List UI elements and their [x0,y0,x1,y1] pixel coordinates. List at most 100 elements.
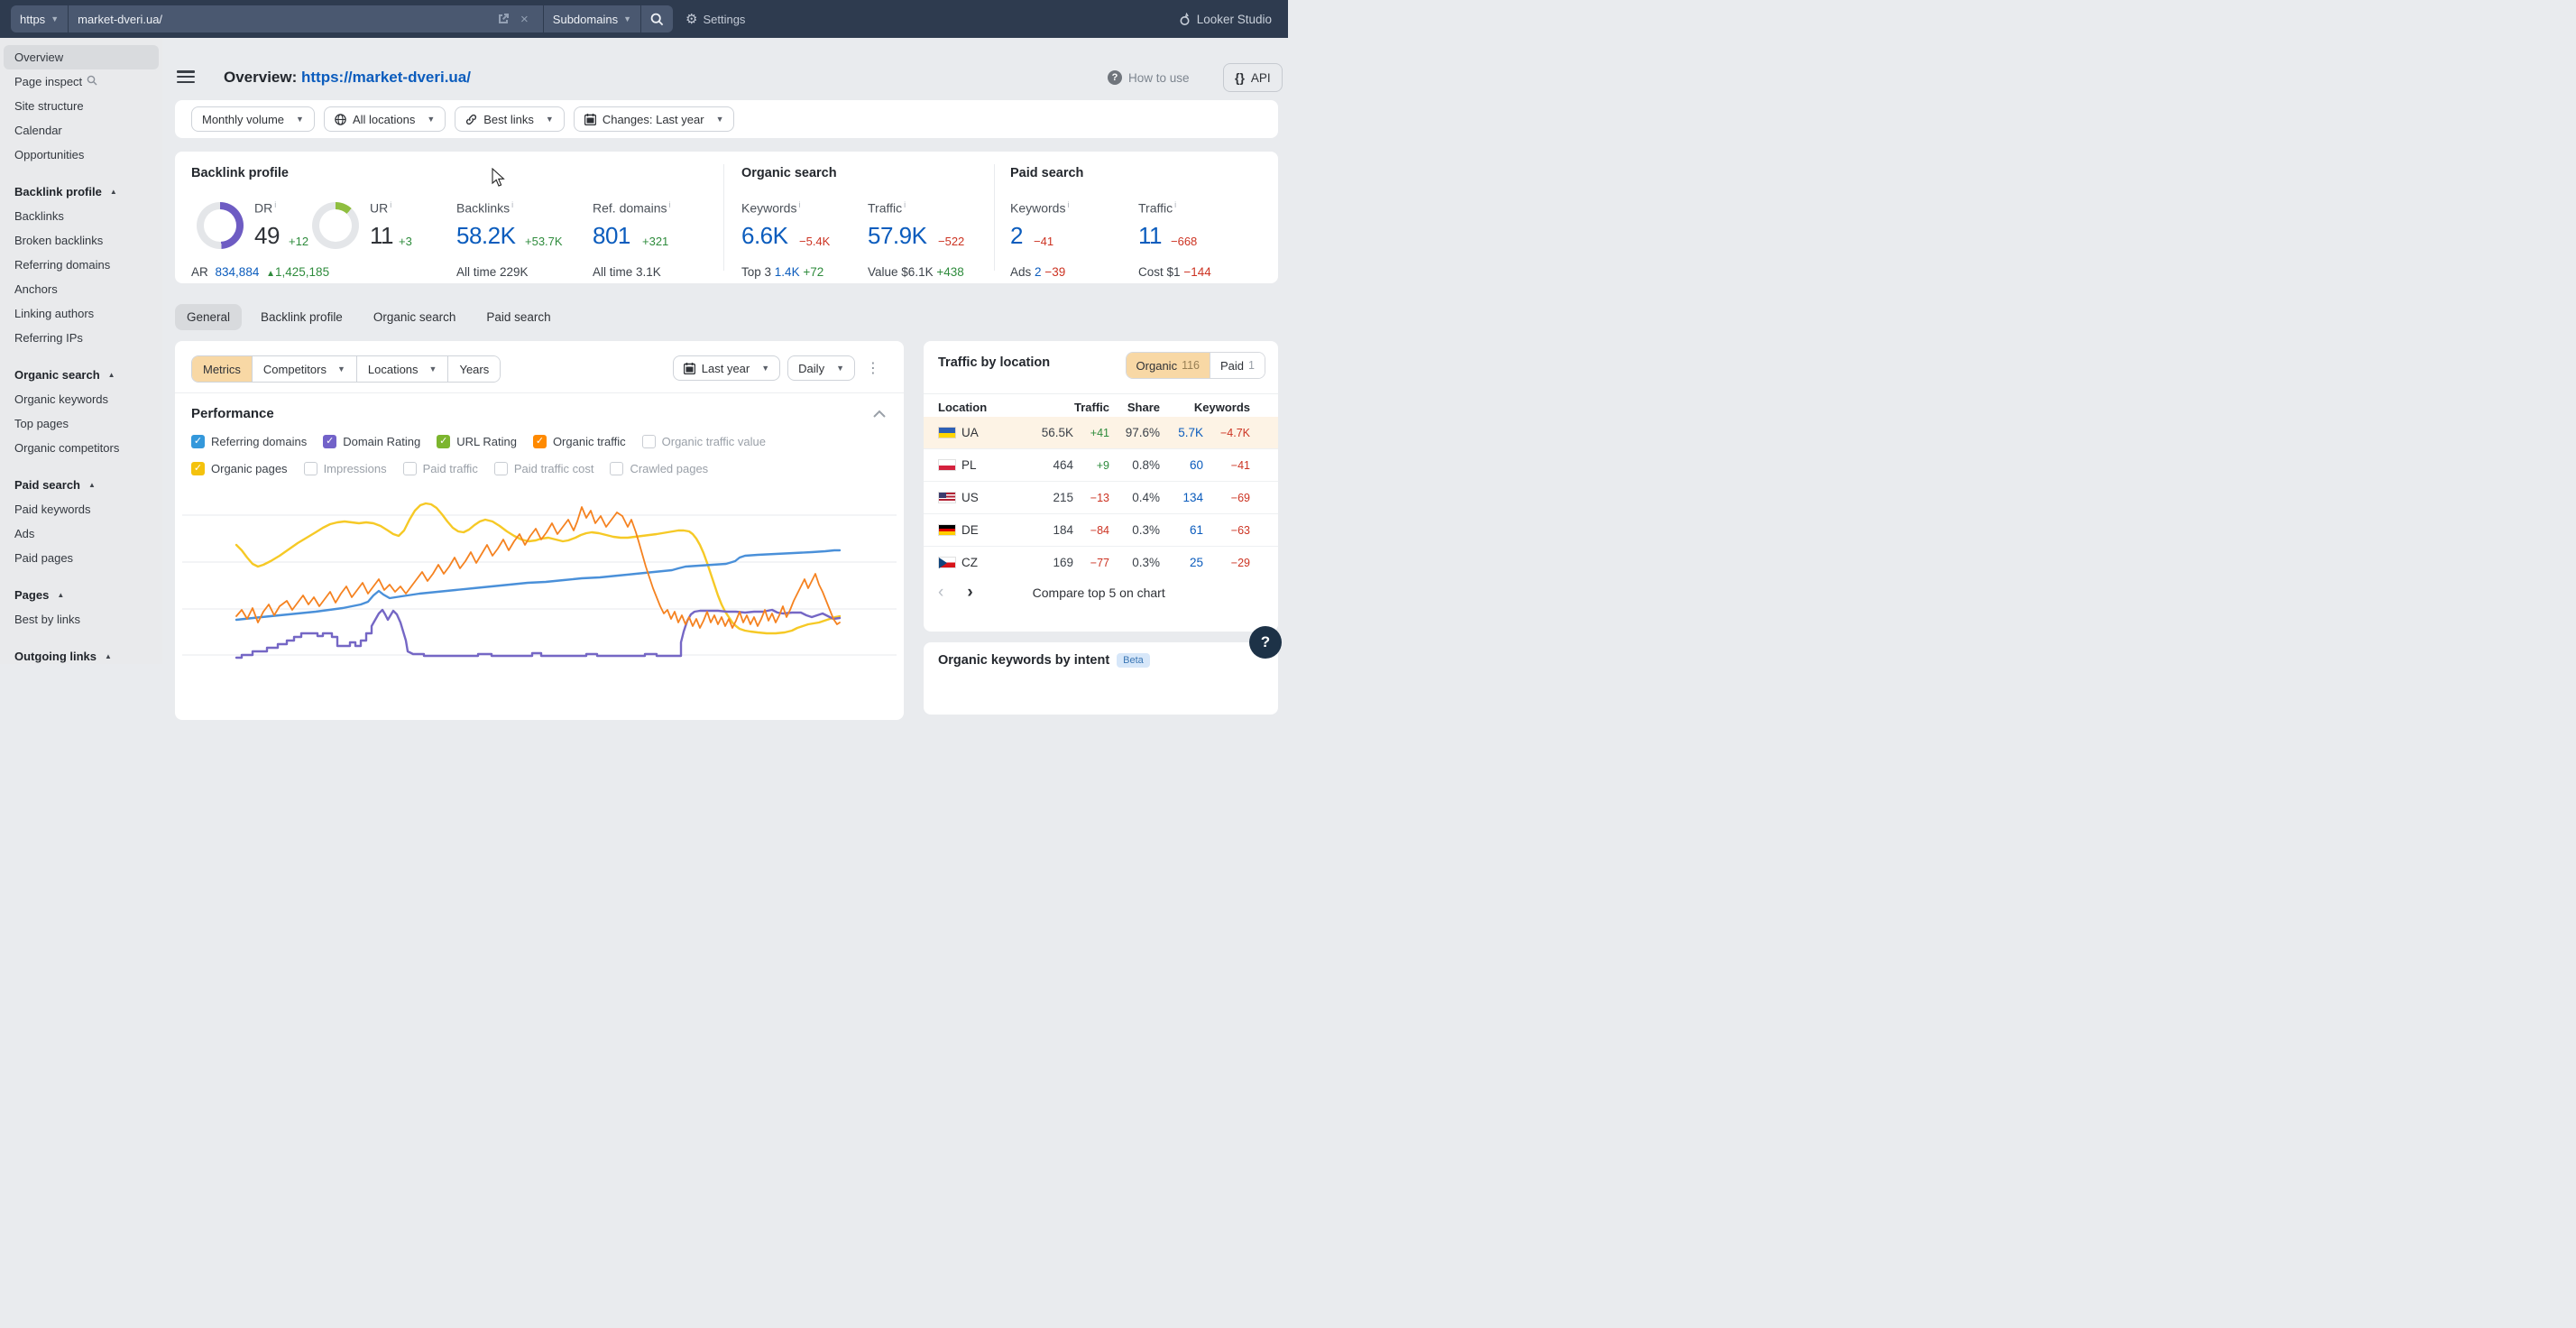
sidebar-item-site-structure[interactable]: Site structure [4,94,159,118]
help-button[interactable]: ? [1249,626,1282,659]
traffic-by-location-card: Traffic by location Organic 116 Paid 1 L… [924,341,1278,632]
keywords-value[interactable]: 5.7K [1160,426,1203,439]
sidebar-item-label: Pages [14,588,49,602]
url-input[interactable]: market-dveri.ua/ × [69,5,543,32]
keywords-value[interactable]: 60 [1160,458,1203,472]
ar-value[interactable]: 834,884 [216,265,260,279]
sidebar-item-label: Best by links [14,613,80,626]
tab-organic-search[interactable]: Organic search [362,304,468,330]
backlinks-value[interactable]: 58.2K [456,222,515,250]
tab-backlink-profile[interactable]: Backlink profile [249,304,354,330]
sidebar-item-backlinks[interactable]: Backlinks [4,204,159,228]
checkbox-domain-rating[interactable]: ✓Domain Rating [323,435,420,448]
organic-keywords-value[interactable]: 6.6K [741,222,788,250]
keywords-value[interactable]: 134 [1160,491,1203,504]
location-row-us[interactable]: US215−130.4%134−69 [924,481,1278,513]
toggle-organic[interactable]: Organic 116 [1127,353,1210,378]
checkbox-organic-traffic[interactable]: ✓Organic traffic [533,435,626,448]
segment-label: Locations [368,363,419,376]
page-title-url-link[interactable]: https://market-dveri.ua/ [301,69,471,86]
organic-search-title: Organic search [741,166,837,180]
sidebar-item-opportunities[interactable]: Opportunities [4,143,159,167]
location-row-pl[interactable]: PL464+90.8%60−41 [924,448,1278,481]
checkbox-unchecked-icon [610,462,623,475]
filter-button-monthly-volume[interactable]: Monthly volume▼ [191,106,315,132]
sidebar-item-backlink-profile[interactable]: Backlink profile▲ [4,180,159,204]
scope-select[interactable]: Subdomains▼ [544,5,640,32]
settings-button[interactable]: ⚙ Settings [685,11,745,27]
sidebar-item-organic-keywords[interactable]: Organic keywords [4,387,159,411]
sidebar-item-outgoing-links[interactable]: Outgoing links▲ [4,644,159,664]
more-options-icon[interactable]: ⋮ [862,359,884,377]
location-row-de[interactable]: DE184−840.3%61−63 [924,513,1278,546]
next-page-icon[interactable]: › [967,583,972,603]
keywords-value[interactable]: 25 [1160,556,1203,569]
checkbox-crawled-pages[interactable]: Crawled pages [610,462,708,475]
checkbox-organic-pages[interactable]: ✓Organic pages [191,462,288,475]
checkbox-paid-traffic[interactable]: Paid traffic [403,462,478,475]
location-row-cz[interactable]: CZ169−770.3%25−29 [924,546,1278,578]
api-button[interactable]: {} API [1223,63,1283,92]
keywords-delta: −29 [1203,557,1250,569]
checkbox-impressions[interactable]: Impressions [304,462,387,475]
location-table-header: Location Traffic Share Keywords [938,399,1264,415]
segment-metrics[interactable]: Metrics [192,356,253,382]
traffic-delta: −84 [1073,524,1109,537]
sidebar-item-paid-search[interactable]: Paid search▲ [4,473,159,497]
hamburger-menu-icon[interactable] [177,70,195,85]
sidebar-item-linking-authors[interactable]: Linking authors [4,301,159,326]
filter-button-best-links[interactable]: Best links▼ [455,106,565,132]
sidebar-item-overview[interactable]: Overview [4,45,159,69]
sidebar-item-anchors[interactable]: Anchors [4,277,159,301]
checkbox-referring-domains[interactable]: ✓Referring domains [191,435,307,448]
checkbox-paid-traffic-cost[interactable]: Paid traffic cost [494,462,594,475]
clear-url-icon[interactable]: × [520,12,529,27]
external-link-icon[interactable] [497,13,510,25]
sidebar-item-paid-pages[interactable]: Paid pages [4,546,159,570]
checkbox-url-rating[interactable]: ✓URL Rating [437,435,517,448]
location-row-ua[interactable]: UA56.5K+4197.6%5.7K−4.7K [924,417,1278,448]
paid-traffic-value[interactable]: 11 [1138,222,1162,250]
filter-button-changes-last-year[interactable]: Changes: Last year▼ [574,106,735,132]
sidebar-item-best-by-links[interactable]: Best by links [4,607,159,632]
date-range-button[interactable]: Last year ▼ [673,355,780,381]
metric-checkbox-row-2: ✓Organic pages Impressions Paid traffic Pai… [191,462,708,475]
checkbox-organic-traffic-value[interactable]: Organic traffic value [642,435,766,448]
segment-locations[interactable]: Locations▼ [357,356,449,382]
sidebar-item-ads[interactable]: Ads [4,521,159,546]
segment-years[interactable]: Years [448,356,500,382]
sidebar-item-organic-search[interactable]: Organic search▲ [4,363,159,387]
paid-keywords-value[interactable]: 2 [1010,222,1023,250]
collapse-chevron-icon[interactable] [873,406,886,422]
sidebar-item-paid-keywords[interactable]: Paid keywords [4,497,159,521]
ref-domains-value[interactable]: 801 [593,222,630,250]
sidebar-item-referring-domains[interactable]: Referring domains [4,253,159,277]
how-to-use-button[interactable]: ? How to use [1108,70,1190,85]
checkbox-label: URL Rating [456,435,517,448]
sidebar-item-broken-backlinks[interactable]: Broken backlinks [4,228,159,253]
sidebar-item-pages[interactable]: Pages▲ [4,583,159,607]
organic-traffic-value[interactable]: 57.9K [868,222,926,250]
sidebar-item-calendar[interactable]: Calendar [4,118,159,143]
dr-delta: +12 [289,235,308,248]
segment-competitors[interactable]: Competitors▼ [253,356,357,382]
tab-paid-search[interactable]: Paid search [474,304,562,330]
tab-general[interactable]: General [175,304,242,330]
sidebar-item-page-inspect[interactable]: Page inspect [4,69,159,94]
sidebar-item-top-pages[interactable]: Top pages [4,411,159,436]
protocol-select[interactable]: https▼ [11,5,68,32]
traffic-value: 215 [1016,491,1073,504]
sidebar-item-organic-competitors[interactable]: Organic competitors [4,436,159,460]
keywords-value[interactable]: 61 [1160,523,1203,537]
collapse-triangle-icon: ▲ [88,481,96,489]
search-button[interactable] [641,5,673,32]
toggle-paid[interactable]: Paid 1 [1210,353,1265,378]
compare-top5-link[interactable]: Compare top 5 on chart [1033,586,1165,600]
granularity-button[interactable]: Daily ▼ [787,355,855,381]
collapse-triangle-icon: ▲ [110,188,117,196]
divider [723,164,724,271]
sidebar-item-referring-ips[interactable]: Referring IPs [4,326,159,350]
sidebar-item-label: Outgoing links [14,650,97,663]
prev-page-icon[interactable]: ‹ [938,583,943,603]
filter-button-all-locations[interactable]: All locations▼ [324,106,446,132]
